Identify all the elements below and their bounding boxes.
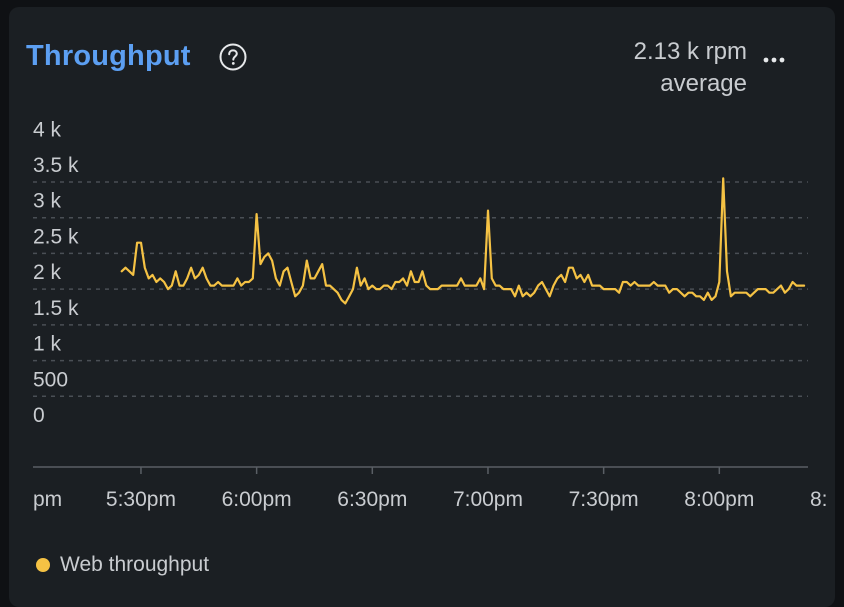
y-tick-label-7: 3.5 k xyxy=(33,154,79,177)
x-tick-label-6: 8:00pm xyxy=(684,488,754,511)
x-tick-label-3: 6:30pm xyxy=(337,488,407,511)
y-axis-tick-labels: 0 500 1 k 1.5 k 2 k 2.5 k 3 k 3.5 k 4 k xyxy=(33,118,79,427)
y-tick-label-4: 2 k xyxy=(33,261,62,284)
x-tick-label-7: 8: xyxy=(810,488,828,511)
y-tick-label-6: 3 k xyxy=(33,190,62,213)
y-tick-label-5: 2.5 k xyxy=(33,225,79,248)
series-lines xyxy=(120,177,806,305)
x-axis-ticks: pm 5:30pm 6:00pm 6:30pm 7:00pm 7:30pm 8:00pm 8: xyxy=(33,467,828,511)
y-tick-label-8: 4 k xyxy=(33,118,62,141)
x-tick-label-5: 7:30pm xyxy=(569,488,639,511)
series-line-web-throughput xyxy=(120,177,806,305)
y-tick-label-3: 1.5 k xyxy=(33,297,79,320)
throughput-chart: 0 500 1 k 1.5 k 2 k 2.5 k 3 k 3.5 k 4 k pm 5:30pm… xyxy=(33,118,828,511)
x-tick-label-1: 5:30pm xyxy=(106,488,176,511)
grid-lines xyxy=(33,181,808,398)
x-tick-label-0: pm xyxy=(33,488,62,511)
chart-legend: Web throughput xyxy=(36,553,209,577)
x-tick-label-2: 6:00pm xyxy=(222,488,292,511)
legend-label-web-throughput: Web throughput xyxy=(60,553,210,576)
y-tick-label-1: 500 xyxy=(33,368,68,391)
x-tick-label-4: 7:00pm xyxy=(453,488,523,511)
legend-dot-web-throughput xyxy=(36,558,50,572)
y-tick-label-0: 0 xyxy=(33,404,45,427)
y-tick-label-2: 1 k xyxy=(33,333,62,356)
